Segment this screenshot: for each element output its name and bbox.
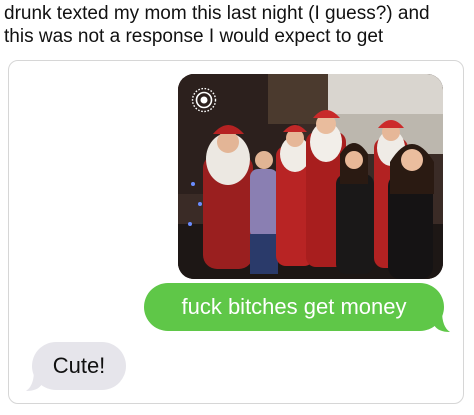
received-message-bubble[interactable]: Cute! — [32, 342, 126, 390]
post-caption: drunk texted my mom this last night (I g… — [4, 2, 466, 48]
photo-message[interactable] — [178, 74, 443, 279]
group-photo — [178, 74, 443, 279]
live-photo-icon[interactable] — [191, 87, 217, 113]
caption-line-2: this was not a response I would expect t… — [4, 26, 384, 47]
caption-line-1: drunk texted my mom this last night (I g… — [4, 3, 430, 24]
sent-message-bubble[interactable]: fuck bitches get money — [144, 283, 444, 331]
